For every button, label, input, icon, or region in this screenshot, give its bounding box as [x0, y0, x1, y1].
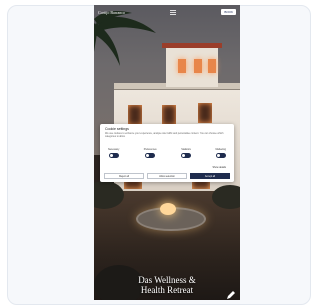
- site-header: Cortijo Barranco BOOK: [94, 5, 240, 19]
- reject-all-button[interactable]: Reject all: [104, 173, 144, 179]
- fountain-light: [160, 203, 176, 215]
- allow-selection-button[interactable]: Allow selection: [147, 173, 187, 179]
- toggle-preferences: Preferences: [144, 148, 157, 158]
- toggle-label: Marketing: [215, 148, 227, 151]
- cookie-consent-dialog: Cookie settings We use cookies to enhanc…: [100, 124, 234, 182]
- villa-window: [198, 103, 212, 123]
- villa-window: [162, 105, 176, 125]
- accept-all-button[interactable]: Accept all: [190, 173, 230, 179]
- edit-icon[interactable]: [226, 290, 236, 300]
- toggle-marketing: Marketing: [215, 148, 227, 158]
- hero-headline: Das Wellness & Health Retreat: [94, 275, 240, 295]
- toggle-label: Preferences: [143, 148, 157, 151]
- toggle-label: Statistics: [181, 148, 191, 151]
- cookie-toggle-row: Necessary Preferences Statistics Marketi…: [108, 148, 226, 158]
- villa-window: [128, 105, 142, 125]
- cookie-dialog-text: We use cookies to enhance your experienc…: [105, 132, 224, 138]
- tower-window: [208, 59, 216, 73]
- necessary-toggle[interactable]: [108, 153, 119, 158]
- tower-window: [194, 59, 202, 73]
- cookie-dialog-title: Cookie settings: [105, 127, 129, 131]
- toggle-label: Necessary: [108, 148, 120, 151]
- marketing-toggle[interactable]: [215, 153, 226, 158]
- toggle-necessary: Necessary: [108, 148, 119, 158]
- villa-tower-roof: [162, 43, 222, 48]
- preferences-toggle[interactable]: [145, 153, 156, 158]
- book-button[interactable]: BOOK: [221, 9, 236, 15]
- shrub: [212, 185, 240, 209]
- menu-icon[interactable]: [170, 9, 177, 15]
- hero-headline-line1: Das Wellness &: [138, 275, 196, 285]
- site-logo[interactable]: Cortijo Barranco: [98, 10, 125, 15]
- hero-headline-line2: Health Retreat: [140, 285, 194, 295]
- show-details-link[interactable]: Show details: [212, 166, 226, 169]
- statistics-toggle[interactable]: [181, 153, 192, 158]
- menu-icon-glyph: [170, 9, 177, 15]
- cookie-button-row: Reject all Allow selection Accept all: [104, 173, 230, 179]
- tower-window: [178, 59, 186, 73]
- toggle-statistics: Statistics: [181, 148, 192, 158]
